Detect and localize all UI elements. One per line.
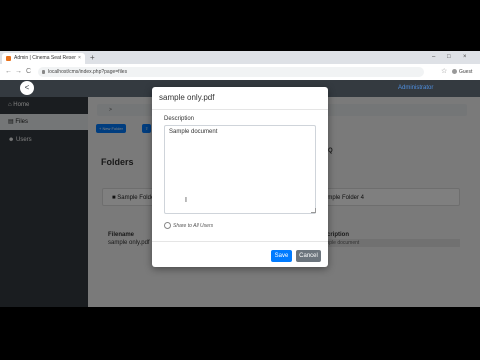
maximize-button[interactable]: □ bbox=[447, 51, 451, 64]
share-label: Share to All Users bbox=[173, 222, 214, 229]
description-label: Description bbox=[164, 116, 195, 122]
browser-tab[interactable]: Admin | Cinema Seat Reservation × bbox=[2, 53, 85, 64]
admin-link[interactable]: Administrator bbox=[398, 85, 433, 91]
reload-button[interactable]: C bbox=[26, 66, 31, 78]
resize-handle-icon[interactable] bbox=[311, 208, 316, 213]
modal-title: sample only.pdf bbox=[159, 93, 215, 102]
share-checkbox[interactable] bbox=[164, 222, 171, 229]
share-checkbox-row[interactable]: Share to All Users bbox=[164, 222, 213, 229]
share-logo-icon[interactable]: < bbox=[20, 81, 34, 95]
cancel-button[interactable]: Cancel bbox=[296, 250, 321, 262]
back-button[interactable]: ← bbox=[5, 66, 12, 78]
favicon-icon bbox=[6, 56, 11, 61]
browser-tabstrip: Admin | Cinema Seat Reservation × + – □ … bbox=[0, 51, 480, 64]
text-cursor-icon: I bbox=[185, 197, 187, 204]
edit-file-modal: sample only.pdf Description Sample docum… bbox=[152, 87, 328, 267]
forward-button[interactable]: → bbox=[15, 66, 22, 78]
bookmark-star-icon[interactable]: ☆ bbox=[441, 67, 447, 77]
tab-close-icon[interactable]: × bbox=[78, 53, 81, 64]
profile-label: Guest bbox=[459, 69, 473, 75]
url-text: localhost/cms/index.php?page=files bbox=[48, 69, 128, 75]
modal-footer: Save Cancel bbox=[152, 241, 328, 268]
lock-icon bbox=[42, 70, 45, 74]
window-close-button[interactable]: × bbox=[463, 51, 467, 64]
minimize-button[interactable]: – bbox=[432, 51, 435, 64]
profile-button[interactable]: Guest bbox=[452, 67, 472, 77]
modal-header: sample only.pdf bbox=[152, 87, 328, 110]
address-bar-row: ← → C localhost/cms/index.php?page=files… bbox=[0, 64, 480, 81]
tab-title: Admin | Cinema Seat Reservation bbox=[14, 55, 76, 61]
url-field[interactable]: localhost/cms/index.php?page=files bbox=[38, 67, 424, 77]
save-button[interactable]: Save bbox=[271, 250, 292, 262]
avatar bbox=[452, 69, 457, 75]
new-tab-button[interactable]: + bbox=[90, 52, 95, 63]
